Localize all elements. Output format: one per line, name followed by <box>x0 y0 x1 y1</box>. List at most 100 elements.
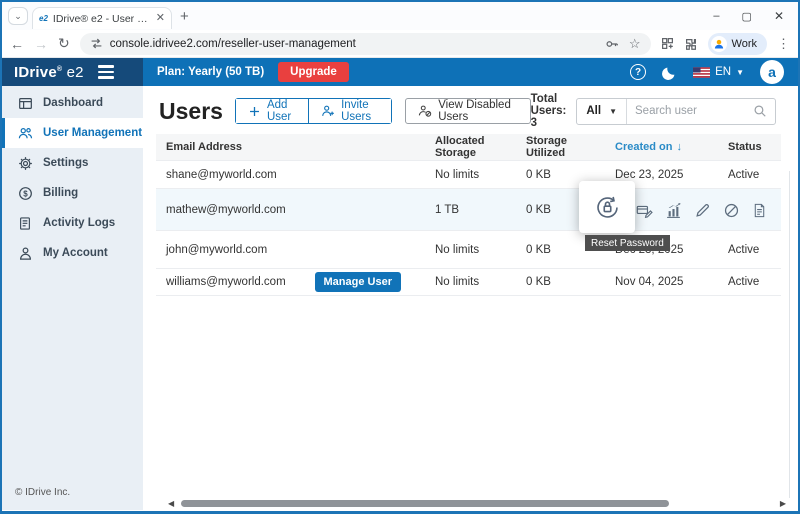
sidebar-item-label: Settings <box>43 157 88 169</box>
account-avatar[interactable]: a <box>760 60 784 84</box>
site-info-icon[interactable] <box>90 37 103 50</box>
plan-label: Plan: Yearly (50 TB) <box>157 66 264 78</box>
storage-utilized-cell: 0 KB <box>516 169 605 181</box>
sidebar-item-activity-logs[interactable]: Activity Logs <box>2 208 143 238</box>
allocated-storage-cell: No limits <box>425 169 516 181</box>
allocated-storage-cell: 1 TB <box>425 204 516 216</box>
address-bar[interactable]: console.idrivee2.com/reseller-user-manag… <box>80 33 651 55</box>
browser-tab[interactable]: e2 IDrive® e2 - User management ✕ <box>32 7 172 29</box>
edit-storage-icon[interactable] <box>636 202 653 219</box>
scroll-left-icon[interactable]: ◀ <box>168 500 174 508</box>
bookmark-star-icon[interactable]: ☆ <box>629 36 641 52</box>
column-header-created-on[interactable]: Created on↓ <box>605 141 718 153</box>
sidebar-item-my-account[interactable]: My Account <box>2 238 143 268</box>
users-table: Email AddressAllocated StorageStorage Ut… <box>156 134 781 296</box>
user-email: mathew@myworld.com <box>166 204 286 216</box>
browser-window: ⌄ e2 IDrive® e2 - User management ✕ + – … <box>0 0 800 514</box>
svg-text:$: $ <box>23 189 28 198</box>
user-stats-icon[interactable] <box>665 202 682 219</box>
sidebar-item-billing[interactable]: $ Billing <box>2 178 143 208</box>
back-icon[interactable]: ← <box>10 36 24 52</box>
tab-title: IDrive® e2 - User management <box>53 13 151 25</box>
minimize-button[interactable]: – <box>713 10 719 22</box>
invite-users-button[interactable]: Invite Users <box>308 99 391 123</box>
table-row[interactable]: john@myworld.comNo limits0 KBDec 23, 202… <box>156 231 781 269</box>
copyright-text: © IDrive Inc. <box>2 487 143 510</box>
page-edge-divider <box>789 171 790 498</box>
status-cell: Active <box>718 169 781 181</box>
sidebar-item-label: Dashboard <box>43 97 103 109</box>
allocated-storage-cell: No limits <box>425 244 516 256</box>
email-cell: shane@myworld.com <box>156 169 425 181</box>
reset-password-tooltip: Reset Password <box>585 235 670 251</box>
table-row[interactable]: williams@myworld.comManage UserNo limits… <box>156 269 781 296</box>
new-tab-button[interactable]: + <box>180 8 189 25</box>
maximize-button[interactable]: ▢ <box>742 10 752 23</box>
storage-utilized-cell: 0 KB <box>516 276 605 288</box>
horizontal-scrollbar[interactable]: ◀ ▶ <box>168 499 786 508</box>
scroll-right-icon[interactable]: ▶ <box>780 500 786 508</box>
forward-icon[interactable]: → <box>34 36 48 52</box>
table-header-row: Email AddressAllocated StorageStorage Ut… <box>156 134 781 161</box>
column-header-allocated-storage: Allocated Storage <box>425 135 516 159</box>
close-button[interactable]: ✕ <box>774 9 784 23</box>
profile-avatar-icon <box>711 36 727 52</box>
plus-icon <box>248 105 261 118</box>
sidebar-item-dashboard[interactable]: Dashboard <box>2 88 143 118</box>
disable-user-icon[interactable] <box>723 202 740 219</box>
person-plus-icon <box>321 104 335 118</box>
browser-menu-icon[interactable]: ⋮ <box>777 36 790 52</box>
email-cell: john@myworld.com <box>156 244 425 256</box>
table-row[interactable]: shane@myworld.com No limits0 KBDec 23, 20… <box>156 161 781 189</box>
status-cell: Active <box>718 244 781 256</box>
sidebar-item-settings[interactable]: Settings <box>2 148 143 178</box>
extensions-puzzle-icon[interactable] <box>684 37 698 51</box>
status-cell: Active <box>718 276 781 288</box>
edit-user-icon[interactable] <box>694 202 711 219</box>
add-user-button[interactable]: Add User <box>236 99 308 123</box>
created-on-cell: Nov 04, 2025 <box>605 276 718 288</box>
profile-name: Work <box>732 38 757 50</box>
search-icon[interactable] <box>753 104 767 118</box>
column-header-status: Status <box>718 141 781 153</box>
help-icon[interactable]: ? <box>630 64 646 80</box>
reload-icon[interactable]: ↻ <box>58 35 70 52</box>
us-flag-icon <box>693 67 710 78</box>
dark-mode-moon-icon[interactable] <box>662 65 677 80</box>
reset-password-button[interactable] <box>579 181 635 233</box>
total-users-label: Total Users: 3 <box>531 93 567 129</box>
search-input[interactable] <box>635 105 747 117</box>
tab-search-button[interactable]: ⌄ <box>8 7 28 25</box>
browser-profile-chip[interactable]: Work <box>708 33 767 55</box>
tab-close-icon[interactable]: ✕ <box>156 13 165 24</box>
passwords-key-icon[interactable] <box>605 37 619 51</box>
user-email: john@myworld.com <box>166 244 267 256</box>
hamburger-menu-icon[interactable] <box>98 65 114 78</box>
sidebar-item-label: Billing <box>43 187 78 199</box>
dashboard-icon <box>18 96 33 111</box>
chevron-down-icon: ▼ <box>736 68 744 77</box>
view-disabled-users-button[interactable]: View Disabled Users <box>405 98 530 124</box>
user-filter-dropdown[interactable]: All ▼ <box>577 99 627 124</box>
gear-icon <box>18 156 33 171</box>
sidebar-item-user-management[interactable]: User Management <box>2 118 143 148</box>
sidebar-item-label: My Account <box>43 247 108 259</box>
extension-icon[interactable] <box>661 37 674 50</box>
user-email: shane@myworld.com <box>166 169 277 181</box>
sidebar-item-label: Activity Logs <box>43 217 115 229</box>
url-text[interactable]: console.idrivee2.com/reseller-user-manag… <box>110 38 598 50</box>
chevron-down-icon: ▼ <box>609 107 617 116</box>
sidebar: Dashboard User Management Settings $ Billing… <box>2 86 143 510</box>
app-logo: IDrive® e2 <box>2 58 143 86</box>
column-header-storage-utilized: Storage Utilized <box>516 135 605 159</box>
language-label: EN <box>715 66 731 78</box>
page-title: Users <box>159 98 223 125</box>
row-action-icons <box>636 189 769 231</box>
manage-user-button[interactable]: Manage User <box>315 272 401 292</box>
scrollbar-thumb[interactable] <box>181 500 669 507</box>
user-logs-icon[interactable] <box>752 202 769 219</box>
upgrade-button[interactable]: Upgrade <box>278 62 349 82</box>
language-selector[interactable]: EN ▼ <box>693 66 744 78</box>
created-on-cell: Dec 23, 2025 <box>605 169 718 181</box>
scrollbar-track[interactable] <box>177 500 777 507</box>
